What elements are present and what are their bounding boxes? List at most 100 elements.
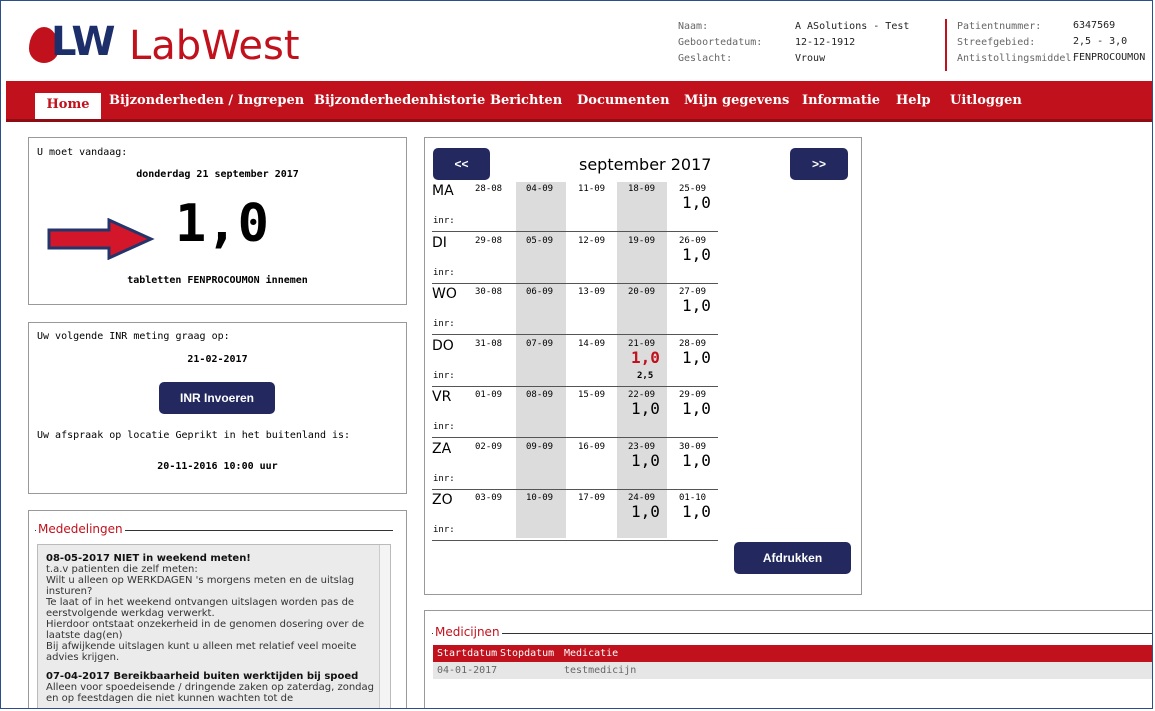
table-row[interactable]: 04-01-2017 testmedicijn <box>433 662 1152 679</box>
calendar-date: 15-09 <box>578 390 606 400</box>
message-title: 08-05-2017 NIET in weekend meten! <box>46 553 251 564</box>
row-divider <box>432 334 718 335</box>
inr-label: inr: <box>433 319 455 329</box>
arrow-right-icon <box>47 218 155 260</box>
main-nav: Home Bijzonderheden / Ingrepen Bijzonder… <box>6 81 1152 122</box>
geboortedatum-value: 12-12-1912 <box>795 37 856 48</box>
row-divider <box>432 437 718 438</box>
medicijnen-title: Medicijnen <box>433 625 502 639</box>
nav-home[interactable]: Home <box>35 93 101 119</box>
streefgebied-value: 2,5 - 3,0 <box>1073 36 1128 47</box>
antistollingsmiddel-value: FENPROCOUMON <box>1073 52 1146 63</box>
inr-label: inr: <box>433 422 455 432</box>
app-frame: LW LabWest Naam: Geboortedatum: Geslacht… <box>0 0 1153 709</box>
inr-label: inr: <box>433 216 455 226</box>
row-divider <box>432 282 718 284</box>
calendar-date: 19-09 <box>628 235 656 246</box>
treatment-values: 6347569 2,5 - 3,0 FENPROCOUMON <box>1073 18 1145 66</box>
nav-documenten[interactable]: Documenten <box>577 93 670 108</box>
message-body: t.a.v patienten die zelf meten: Wilt u a… <box>46 564 365 663</box>
dose-value: 1,0 <box>682 502 711 521</box>
mededelingen-title: Mededelingen <box>36 522 125 536</box>
calendar-date: 03-09 <box>475 493 503 503</box>
weekday-label: MA <box>432 183 454 199</box>
dose-value: 1,0 <box>682 450 711 470</box>
appointment-heading: Uw afspraak op locatie Geprikt in het bu… <box>37 430 351 441</box>
prev-month-button[interactable]: << <box>433 148 490 180</box>
column-header: Stopdatum <box>500 648 555 659</box>
medicijnen-line <box>432 633 1152 634</box>
dose-value: 1,0 <box>682 399 711 418</box>
nav-help[interactable]: Help <box>896 93 931 108</box>
calendar-date: 20-09 <box>628 287 656 297</box>
scrollbar[interactable] <box>379 545 390 708</box>
weekday-label: DI <box>432 234 447 251</box>
message-title: 07-04-2017 Bereikbaarheid buiten werktij… <box>46 671 359 682</box>
patientnummer-label: Patientnummer: <box>957 21 1042 32</box>
today-panel: U moet vandaag: donderdag 21 september 2… <box>28 137 407 305</box>
inr-value: 2,5 <box>637 370 654 381</box>
calendar-date: 31-08 <box>475 338 503 349</box>
calendar-date: 29-08 <box>475 235 503 246</box>
streefgebied-label: Streefgebied: <box>957 37 1036 48</box>
calendar-date: 06-09 <box>526 287 554 297</box>
nav-bijzonderhedenhistorie[interactable]: Bijzonderhedenhistorie <box>314 93 485 108</box>
weekday-label: VR <box>432 389 452 405</box>
nav-uitloggen[interactable]: Uitloggen <box>950 93 1022 108</box>
calendar-date: 14-09 <box>578 338 606 349</box>
app-name: LabWest <box>129 23 300 69</box>
table-cell: 04-01-2017 <box>437 665 498 676</box>
inr-label: inr: <box>433 267 455 278</box>
inr-invoeren-button[interactable]: INR Invoeren <box>159 382 275 414</box>
today-heading: U moet vandaag: <box>37 147 128 158</box>
column-header: Startdatum <box>437 648 498 659</box>
inr-label: inr: <box>433 473 455 484</box>
calendar-date: 13-09 <box>578 287 606 297</box>
calendar-date: 11-09 <box>578 184 606 194</box>
next-heading: Uw volgende INR meting graag op: <box>37 331 230 342</box>
weekday-label: ZO <box>432 492 453 508</box>
message-item: 07-04-2017 Bereikbaarheid buiten werktij… <box>38 667 390 708</box>
patient-labels: Naam: Geboortedatum: Geslacht: <box>678 19 762 67</box>
medicijnen-table-header: Startdatum Stopdatum Medicatie <box>433 645 1152 662</box>
patient-values: A ASolutions - Test 12-12-1912 Vrouw <box>795 19 909 67</box>
calendar-date: 28-08 <box>475 184 503 194</box>
patientnummer-value: 6347569 <box>1073 20 1116 31</box>
dose-value: 1,0 <box>682 193 711 212</box>
mededelingen-list[interactable]: 08-05-2017 NIET in weekend meten! t.a.v … <box>37 544 391 708</box>
afdrukken-button[interactable]: Afdrukken <box>734 542 851 574</box>
appointment-datetime: 20-11-2016 10:00 uur <box>157 461 278 472</box>
row-divider <box>432 488 718 490</box>
calendar-date: 04-09 <box>526 184 554 194</box>
weekday-label: DO <box>432 337 454 354</box>
inr-label: inr: <box>433 370 455 381</box>
calendar-date: 18-09 <box>628 184 656 194</box>
naam-value: A ASolutions - Test <box>795 21 910 32</box>
geslacht-value: Vrouw <box>795 53 826 64</box>
calendar-date: 02-09 <box>475 441 503 452</box>
calendar-date: 16-09 <box>578 441 606 452</box>
dose-value: 1,0 <box>631 450 660 470</box>
row-divider <box>432 540 718 541</box>
calendar-date: 09-09 <box>526 441 554 452</box>
dose-value: 1,0 <box>682 296 711 315</box>
column-header: Medicatie <box>564 648 619 659</box>
treatment-labels: Patientnummer: Streefgebied: Antistollin… <box>957 19 1077 67</box>
geboortedatum-label: Geboortedatum: <box>678 37 763 48</box>
nav-informatie[interactable]: Informatie <box>802 93 880 108</box>
weekday-label: WO <box>432 286 457 302</box>
dose-value: 1,0 <box>682 244 711 264</box>
today-dose: 1,0 <box>175 194 269 254</box>
next-month-button[interactable]: >> <box>790 148 848 180</box>
nav-mijn-gegevens[interactable]: Mijn gegevens <box>684 93 789 108</box>
calendar-date: 07-09 <box>526 338 554 349</box>
next-date: 21-02-2017 <box>187 354 248 365</box>
calendar-date: 17-09 <box>578 493 606 503</box>
row-divider <box>432 231 718 232</box>
row-divider <box>432 385 718 387</box>
calendar-date: 12-09 <box>578 235 606 246</box>
naam-label: Naam: <box>678 21 709 32</box>
message-item: 08-05-2017 NIET in weekend meten! t.a.v … <box>38 545 390 667</box>
nav-berichten[interactable]: Berichten <box>490 93 562 108</box>
nav-bijzonderheden[interactable]: Bijzonderheden / Ingrepen <box>109 93 304 108</box>
